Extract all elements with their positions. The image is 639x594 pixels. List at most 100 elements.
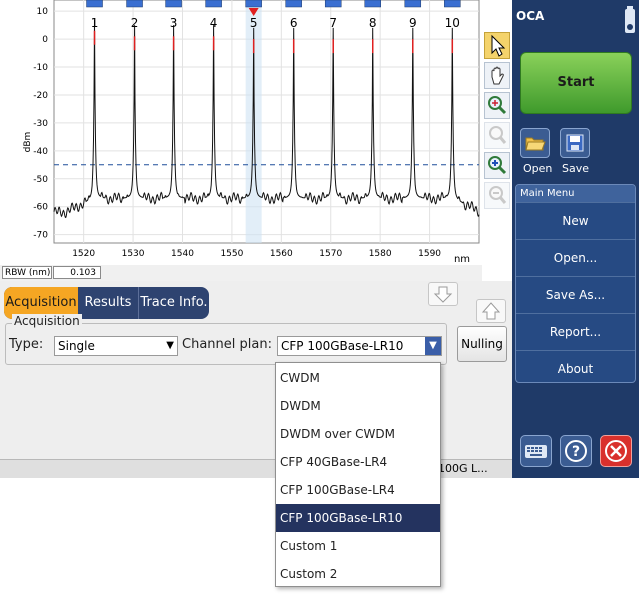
zoom-fit-button[interactable]: [484, 92, 510, 119]
tab-trace-info[interactable]: Trace Info.: [138, 287, 209, 319]
type-label: Type:: [9, 337, 44, 352]
dropdown-option[interactable]: CFP 100GBase-LR4: [276, 476, 440, 504]
y-tick-label: -70: [33, 231, 48, 241]
channel-block[interactable]: [285, 0, 302, 8]
y-axis-label: dBm: [23, 132, 33, 153]
rbw-label: RBW (nm): [2, 266, 52, 279]
y-tick-label: -40: [33, 147, 48, 157]
zoom-in-button[interactable]: [484, 152, 510, 179]
y-tick-label: -50: [33, 175, 48, 185]
channel-label: 8: [369, 16, 377, 30]
channel-block[interactable]: [324, 0, 342, 8]
dropdown-option[interactable]: Custom 1: [276, 532, 440, 560]
channel-plan-select-value: CFP 100GBase-LR10: [281, 339, 404, 353]
x-tick-label: 1530: [122, 249, 145, 259]
x-tick-label: 1560: [270, 249, 293, 259]
arrow-cursor-icon: [491, 34, 506, 57]
dropdown-option[interactable]: Custom 2: [276, 560, 440, 588]
channel-block[interactable]: [126, 0, 143, 8]
channel-block[interactable]: [364, 0, 381, 8]
dropdown-option[interactable]: CWDM: [276, 364, 440, 392]
chart-toolbar: [482, 30, 512, 214]
menu-item-save-as[interactable]: Save As...: [516, 276, 635, 312]
menu-item-about[interactable]: About: [516, 350, 635, 382]
zoom-1-1-button[interactable]: [484, 122, 510, 149]
channel-block[interactable]: [404, 0, 422, 8]
channel-plan-label: Channel plan:: [182, 337, 272, 352]
close-button[interactable]: [600, 435, 632, 467]
collapse-panel-button[interactable]: [428, 282, 458, 306]
sidebar: OCA Start Open Save Main Menu New Open..…: [512, 0, 639, 478]
x-axis-unit: nm: [454, 254, 470, 265]
open-folder-icon: [525, 137, 546, 151]
channel-label: 3: [170, 16, 178, 30]
save-disk-icon: [566, 134, 584, 152]
x-tick-label: 1580: [369, 249, 392, 259]
menu-item-new[interactable]: New: [516, 202, 635, 238]
channel-plan-dropdown: CWDM DWDM DWDM over CWDM CFP 40GBase-LR4…: [275, 362, 441, 587]
rbw-value: 0.103: [53, 266, 101, 279]
zoom-out-button[interactable]: [484, 182, 510, 209]
zoom-in-icon: [488, 156, 507, 175]
help-icon: ?: [565, 440, 587, 462]
chevron-down-icon: ▼: [425, 337, 441, 355]
channel-label: 4: [210, 16, 218, 30]
channel-block[interactable]: [86, 0, 103, 8]
main-menu: Main Menu New Open... Save As... Report.…: [515, 184, 636, 383]
channel-label: 5: [250, 16, 258, 30]
help-button[interactable]: ?: [560, 435, 592, 467]
open-button[interactable]: [520, 128, 550, 158]
channel-block[interactable]: [444, 0, 461, 8]
save-button[interactable]: [560, 128, 590, 158]
spectrum-chart[interactable]: 10 0 -10 -20 -30 -40 -50 -60 -70 1520 1530 1540 155…: [0, 0, 482, 265]
acquisition-group: Acquisition Type: Single ▼ Channel plan:…: [5, 314, 447, 365]
svg-text:?: ?: [572, 444, 580, 460]
tab-results[interactable]: Results: [78, 287, 138, 319]
select-tool-button[interactable]: [484, 32, 510, 59]
start-button[interactable]: Start: [520, 52, 632, 114]
x-tick-label: 1550: [220, 249, 243, 259]
channel-plan-select[interactable]: CFP 100GBase-LR10 ▼: [277, 336, 442, 356]
x-tick-label: 1590: [418, 249, 441, 259]
save-label: Save: [562, 162, 590, 175]
menu-item-report[interactable]: Report...: [516, 313, 635, 349]
main-menu-header: Main Menu: [516, 185, 635, 202]
dropdown-option[interactable]: DWDM over CWDM: [276, 420, 440, 448]
dropdown-option[interactable]: CFP 40GBase-LR4: [276, 448, 440, 476]
type-select[interactable]: Single ▼: [54, 336, 178, 356]
y-tick-label: -20: [33, 91, 48, 101]
app-title: OCA: [516, 9, 545, 23]
channel-block[interactable]: [205, 0, 222, 8]
zoom-1-1-icon: [489, 126, 507, 144]
dropdown-option-selected[interactable]: CFP 100GBase-LR10: [276, 504, 440, 532]
spectrum-svg: 10 0 -10 -20 -30 -40 -50 -60 -70 1520 1530 1540 155…: [23, 0, 480, 265]
channel-label: 6: [290, 16, 298, 30]
arrow-up-icon: [481, 302, 501, 320]
x-tick-label: 1570: [319, 249, 342, 259]
nulling-button[interactable]: Nulling: [457, 326, 507, 362]
zoom-out-icon: [489, 186, 507, 204]
x-tick-label: 1520: [72, 249, 95, 259]
close-icon: [605, 440, 627, 462]
status-text: 100G L...: [438, 462, 488, 475]
zoom-fit-icon: [488, 96, 507, 115]
pan-tool-button[interactable]: [484, 62, 510, 89]
channel-label: 1: [91, 16, 99, 30]
keyboard-icon: [525, 445, 547, 458]
x-tick-label: 1540: [171, 249, 194, 259]
hand-pan-icon: [491, 66, 504, 85]
rbw-row: RBW (nm) 0.103: [0, 265, 482, 281]
menu-item-open[interactable]: Open...: [516, 239, 635, 275]
channel-block[interactable]: [165, 0, 182, 8]
channel-label: 7: [329, 16, 337, 30]
open-label: Open: [523, 162, 553, 175]
channel-block[interactable]: [245, 0, 262, 8]
y-tick-label: -10: [33, 63, 48, 73]
dropdown-option[interactable]: DWDM: [276, 392, 440, 420]
chevron-down-icon: ▼: [166, 340, 174, 351]
expand-panel-button[interactable]: [476, 299, 506, 323]
channel-label: 10: [445, 16, 460, 30]
channel-label: 9: [409, 16, 417, 30]
battery-icon: [625, 6, 635, 33]
keyboard-button[interactable]: [520, 435, 552, 467]
